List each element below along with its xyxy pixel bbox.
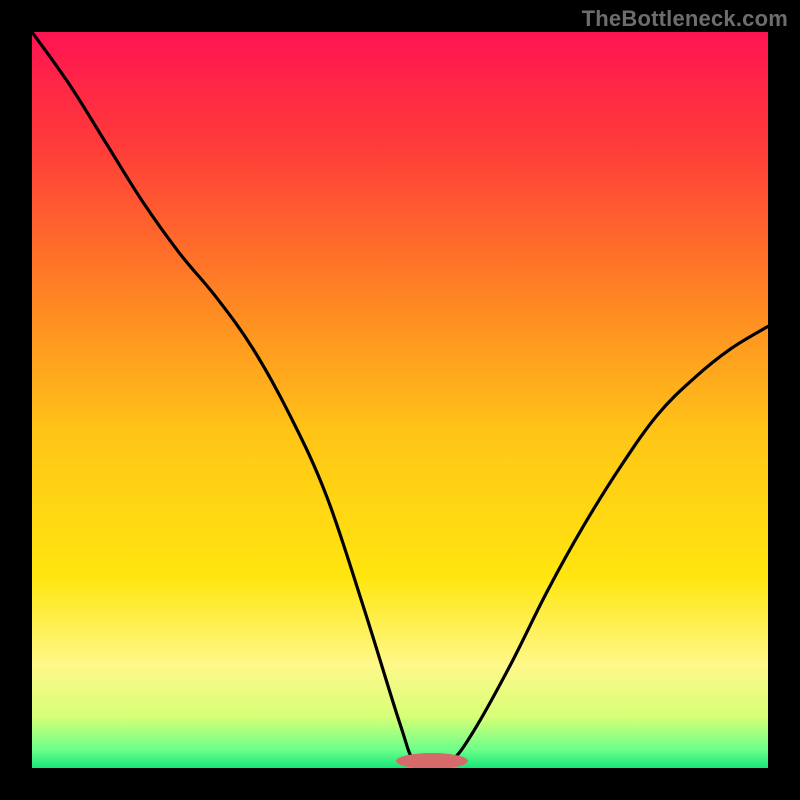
plot-svg <box>32 32 768 768</box>
watermark-text: TheBottleneck.com <box>582 6 788 32</box>
plot-area <box>32 32 768 768</box>
gradient-background <box>32 32 768 768</box>
chart-frame: TheBottleneck.com <box>0 0 800 800</box>
